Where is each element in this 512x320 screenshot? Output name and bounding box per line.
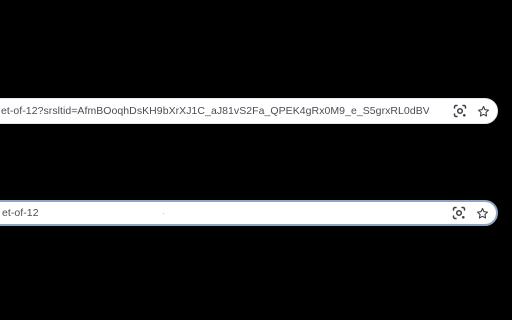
bookmark-star-icon[interactable]	[473, 204, 491, 222]
screen: et-of-12?srsltid=AfmBOoqhDsKH9bXrXJ1C_aJ…	[0, 0, 512, 320]
bookmark-star-icon[interactable]	[474, 102, 492, 120]
google-lens-icon[interactable]	[451, 102, 469, 120]
url-text[interactable]: et-of-12?srsltid=AfmBOoqhDsKH9bXrXJ1C_aJ…	[1, 99, 429, 123]
url-text[interactable]: et-of-12	[2, 202, 428, 224]
google-lens-icon[interactable]	[450, 204, 468, 222]
address-bar[interactable]: et-of-12?srsltid=AfmBOoqhDsKH9bXrXJ1C_aJ…	[0, 98, 498, 124]
address-bar-focused[interactable]: et-of-12	[0, 200, 498, 226]
text-cursor	[163, 213, 164, 214]
